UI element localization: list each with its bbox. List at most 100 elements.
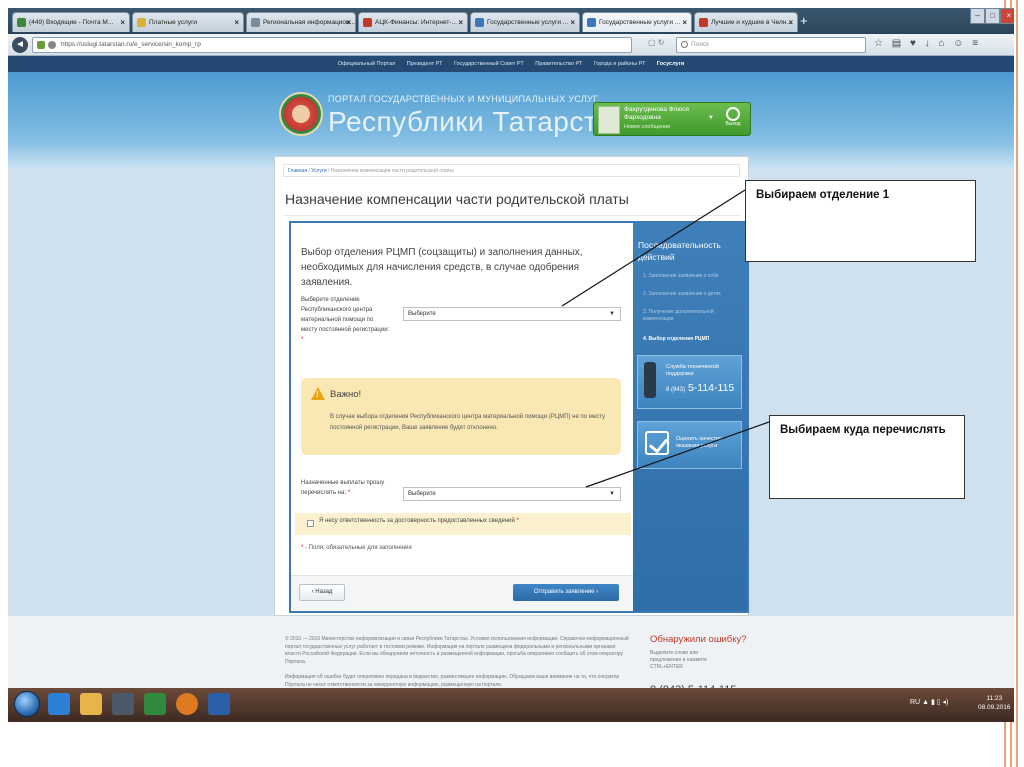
close-icon[interactable]: × [570,13,575,32]
close-icon[interactable]: × [788,13,793,32]
required-note: * - Поля, обязательные для заполнения [301,545,412,551]
site-icon [363,18,372,27]
main-content: Главная / Услуги / Назначение компенсаци… [274,156,749,616]
nav-item-current[interactable]: Госуслуги [657,61,684,67]
word-icon[interactable] [208,693,230,715]
browser-tab[interactable]: АЦК-Финансы: Интернет-... × [358,12,468,32]
browser-tab[interactable]: Лучшие и худшие в Челн... × [694,12,798,32]
excel-icon[interactable] [144,693,166,715]
site-icon [475,18,484,27]
payout-select[interactable]: Выберите ▼ [403,487,621,501]
new-message-link[interactable]: Новое сообщение [624,124,670,130]
tatarstan-emblem-icon[interactable] [279,92,323,136]
back-button[interactable]: ‹ Назад [299,584,345,601]
browser-tab-active[interactable]: Государственные услуги ... × [582,12,692,32]
application-form: Выбор отделения РЦМП (соцзащиты) и запол… [289,221,635,613]
power-icon [726,107,740,121]
support-banner[interactable]: Служба технической поддержки 8 (843) 5-1… [637,355,742,409]
steps-heading: Последовательность действий [638,240,721,262]
close-icon[interactable]: × [682,13,687,32]
internet-explorer-icon[interactable] [48,693,70,715]
site-header: ПОРТАЛ ГОСУДАРСТВЕННЫХ И МУНИЦИПАЛЬНЫХ У… [8,72,1014,168]
annotation-callout: Выбираем отделение 1 [745,180,976,262]
nav-item[interactable]: Президент РТ [407,61,443,67]
report-error-title: Обнаружили ошибку? [650,634,747,645]
nav-item[interactable]: Города и районы РТ [594,61,646,67]
browser-toolbar: ◄ https://uslugi.tatarstan.ru/e_service/… [8,34,1014,56]
footer-text: Информация об ошибке будет оперативно пе… [285,674,620,688]
pen-icon [137,18,146,27]
nav-item[interactable]: Государственный Совет РТ [454,61,524,67]
lock-icon [37,41,45,49]
warning-icon [311,387,325,400]
system-tray[interactable]: RU ▲ ▮ ▯ ◂) [910,698,948,706]
breadcrumb-home[interactable]: Главная [288,168,307,174]
logout-button[interactable]: Выход [718,105,748,135]
agreement-row: Я несу ответственность за достоверность … [295,513,631,535]
steps-sidebar: Последовательность действий 1. Заполнени… [633,221,749,613]
browser-tab[interactable]: Платные услуги × [132,12,244,32]
close-window-button[interactable]: × [1000,8,1014,24]
checkmark-icon [645,431,669,455]
warning-title: Важно! [330,389,362,400]
browser-tab[interactable]: (449) Входящие - Почта M... × [12,12,130,32]
close-icon[interactable]: × [346,13,351,32]
divider [283,215,741,216]
breadcrumb: Главная / Услуги / Назначение компенсаци… [283,164,740,177]
footer-text: © 2010 — 2016 Министерство информатизаци… [285,636,629,665]
close-icon[interactable]: × [120,13,125,32]
nav-item[interactable]: Правительство РТ [535,61,582,67]
windows-taskbar: RU ▲ ▮ ▯ ◂) 11:23 08.09.2016 [8,688,1014,722]
clock[interactable]: 11:23 08.09.2016 [978,694,1011,712]
branch-label: Выберите отделение Республиканского цент… [301,297,390,343]
user-panel[interactable]: Фахрутдинова Флюся Фарходовна Новое сооб… [593,102,751,136]
file-explorer-icon[interactable] [80,693,102,715]
site-icon [587,18,596,27]
rate-service-banner[interactable]: Оценить качество оказания услуги [637,421,742,469]
browser-toolbar-icons[interactable]: ☆ ▤ ♥ ↓ ⌂ ☺ ≡ [874,38,981,49]
reload-icon[interactable]: ▢ ↻ [648,38,664,47]
page-icon [251,18,260,27]
minimize-button[interactable]: – [970,8,985,24]
nav-item[interactable]: Официальный Портал [338,61,396,67]
chevron-down-icon[interactable]: ▼ [708,115,714,121]
mail-icon [17,18,26,27]
step-item: 3. Получение дополнительной компенсации [643,309,714,322]
site-icon [699,18,708,27]
step-item-current: 4. Выбор отделения РЦМП [643,336,710,342]
start-button[interactable] [14,691,40,717]
window-controls: – □ × [970,8,1014,24]
back-button[interactable]: ◄ [12,37,28,53]
browser-tab[interactable]: Региональная информацион... × [246,12,356,32]
agreement-label[interactable]: Я несу ответственность за достоверность … [319,518,519,524]
payout-label: Назначенные выплаты прошу перечислять на… [301,480,385,496]
close-icon[interactable]: × [458,13,463,32]
agreement-checkbox[interactable] [307,520,314,527]
url-bar[interactable]: https://uslugi.tatarstan.ru/e_service/si… [32,37,632,53]
close-icon[interactable]: × [234,13,239,32]
step-item: 1. Заполнение заявления о себе [643,273,719,279]
warning-text: В случае выбора отделения Республиканско… [330,414,606,431]
browser-tab[interactable]: Государственные услуги ... × [470,12,580,32]
form-intro: Выбор отделения РЦМП (соцзащиты) и запол… [301,247,583,288]
phone-icon [644,362,656,398]
page-title: Назначение компенсации части родительско… [285,191,629,207]
avatar [598,106,620,134]
media-player-icon[interactable] [112,693,134,715]
portal-title[interactable]: Республики Татарстан [328,106,629,138]
site-identity-icon [48,41,56,49]
search-input[interactable]: Поиск [676,37,866,53]
user-name[interactable]: Фахрутдинова Флюся Фарходовна [624,106,704,122]
site-top-nav: Официальный Портал Президент РТ Государс… [8,56,1014,72]
step-item: 2. Заполнение заявления о детях [643,291,721,297]
new-tab-button[interactable]: + [800,12,808,30]
annotation-callout: Выбираем куда перечислять [769,415,965,499]
browser-tabbar: (449) Входящие - Почта M... × Платные усл… [8,8,1014,34]
submit-button[interactable]: Отправить заявление › [513,584,619,601]
screenshot: (449) Входящие - Почта M... × Платные усл… [8,8,1014,722]
warning-box: Важно! В случае выбора отделения Республ… [301,378,621,455]
firefox-icon[interactable] [176,693,198,715]
breadcrumb-services[interactable]: Услуги [311,168,326,174]
maximize-button[interactable]: □ [985,8,1000,24]
branch-select[interactable]: Выберите ▼ [403,307,621,321]
